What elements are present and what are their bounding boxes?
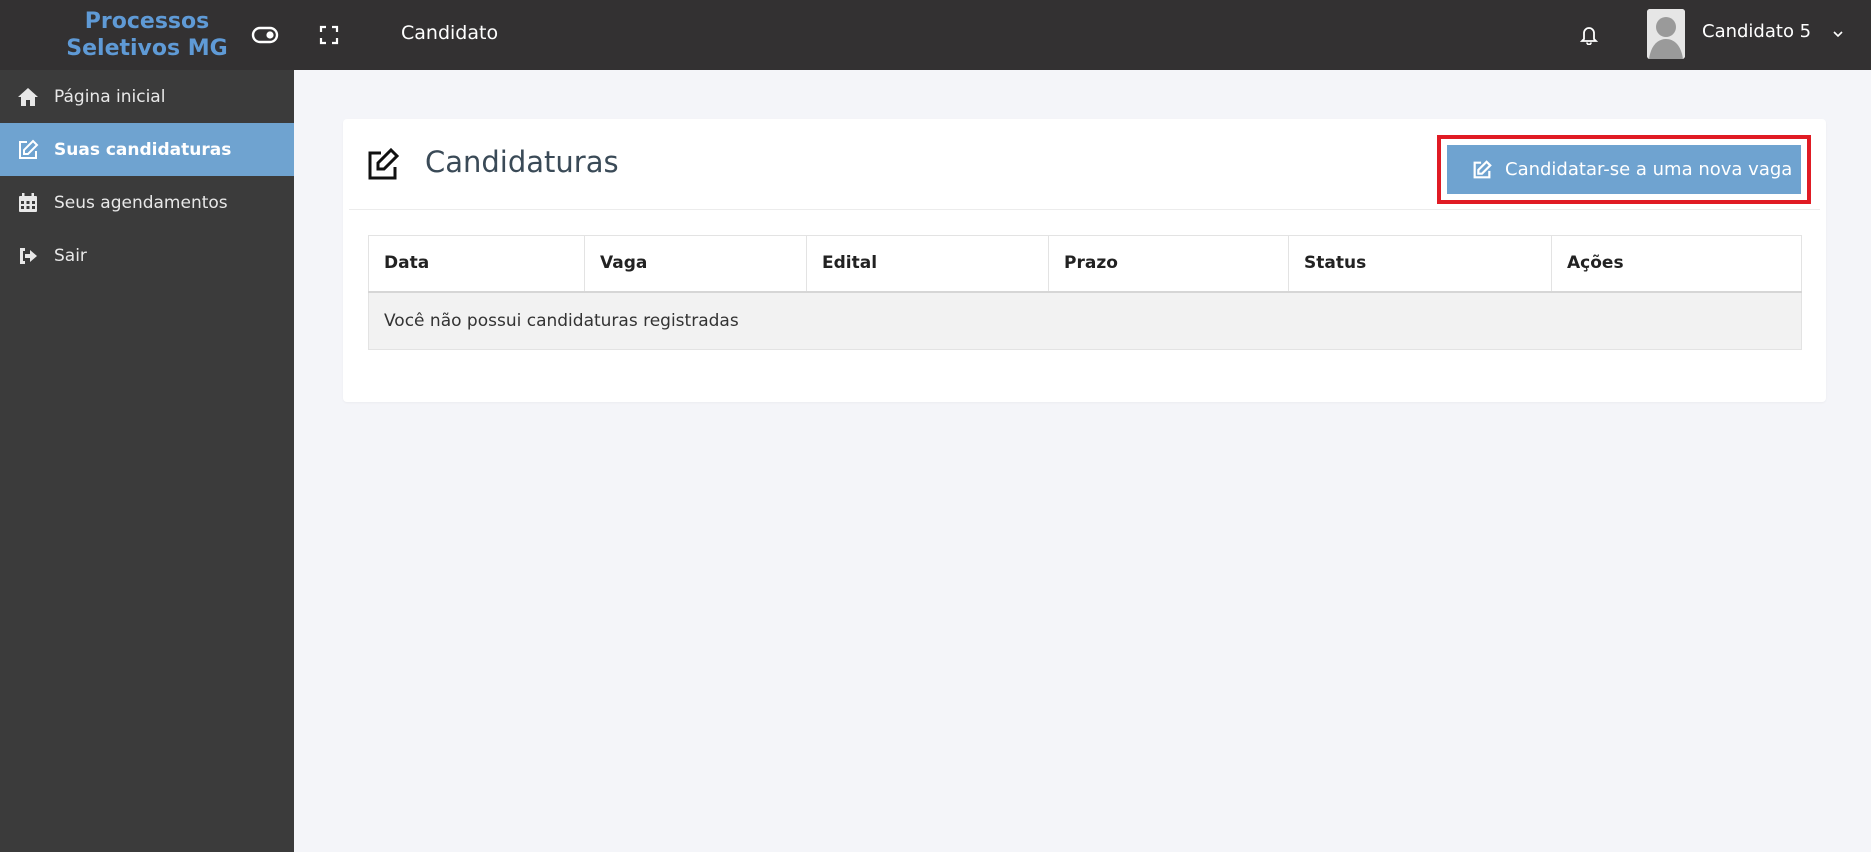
fullscreen-icon[interactable] [314, 20, 344, 50]
page-title: Candidaturas [425, 145, 619, 179]
sidebar-item-label: Página inicial [54, 86, 166, 107]
table-row: Você não possui candidaturas registradas [368, 291, 1802, 350]
page-role-label: Candidato [401, 22, 499, 44]
sidebar-item-logout[interactable]: Sair [0, 229, 294, 282]
edit-icon [16, 138, 40, 162]
sidebar-item-label: Seus agendamentos [54, 192, 228, 213]
sidebar: Página inicial Suas candidaturas Seus ag… [0, 70, 294, 852]
applications-table: Data Vaga Edital Prazo Status Ações Você… [368, 235, 1802, 350]
user-name: Candidato 5 [1702, 21, 1812, 42]
empty-message: Você não possui candidaturas registradas [368, 291, 1802, 350]
column-header-status[interactable]: Status [1288, 235, 1552, 293]
column-header-vaga[interactable]: Vaga [584, 235, 807, 293]
column-header-prazo[interactable]: Prazo [1048, 235, 1289, 293]
toggle-icon[interactable] [250, 20, 280, 50]
calendar-icon [16, 191, 40, 215]
sign-out-icon [16, 244, 40, 268]
table-header-row: Data Vaga Edital Prazo Status Ações [368, 235, 1802, 293]
column-header-edital[interactable]: Edital [806, 235, 1049, 293]
divider [349, 209, 1820, 210]
sidebar-item-applications[interactable]: Suas candidaturas [0, 123, 294, 176]
column-header-data[interactable]: Data [368, 235, 585, 293]
home-icon [16, 85, 40, 109]
avatar[interactable] [1647, 9, 1685, 59]
sidebar-item-home[interactable]: Página inicial [0, 70, 294, 123]
sidebar-item-label: Sair [54, 245, 87, 266]
new-application-button-label: Candidatar-se a uma nova vaga [1505, 159, 1793, 180]
applications-card: Candidaturas Candidatar-se a uma nova va… [343, 119, 1826, 402]
new-application-button[interactable]: Candidatar-se a uma nova vaga [1447, 145, 1801, 194]
chevron-down-icon [1833, 22, 1843, 43]
edit-icon [1471, 159, 1493, 181]
sidebar-item-label: Suas candidaturas [54, 139, 232, 160]
brand-line-1: Processos [84, 9, 210, 34]
sidebar-item-appointments[interactable]: Seus agendamentos [0, 176, 294, 229]
user-menu[interactable]: Candidato 5 [1702, 21, 1843, 43]
column-header-acoes[interactable]: Ações [1551, 235, 1802, 293]
brand-line-2: Seletivos MG [66, 36, 228, 61]
top-bar: Processos Seletivos MG Candidato Candida… [0, 0, 1871, 70]
bell-icon[interactable] [1574, 20, 1604, 50]
edit-icon [365, 147, 401, 183]
